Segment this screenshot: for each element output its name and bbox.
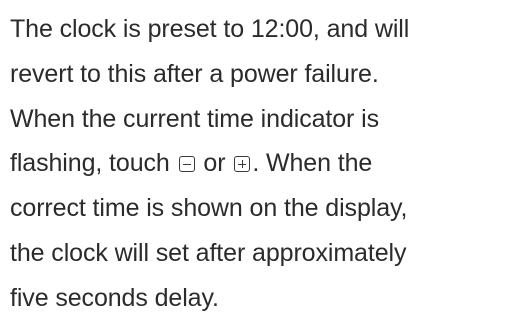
text-line-4: flashing, touch or . When the: [10, 141, 510, 186]
text-line-4-or: or: [196, 149, 233, 178]
text-line-3: When the current time indicator is: [10, 104, 379, 133]
text-line-6: the clock will set after approximately: [10, 238, 407, 267]
minus-key-icon: [178, 156, 195, 173]
text-line-2: revert to this after a power failure.: [10, 59, 379, 88]
text-line-7: five seconds delay.: [10, 283, 219, 312]
text-line-4-end: . When the: [252, 149, 373, 178]
text-line-1: The clock is preset to 12:00, and will: [10, 15, 410, 43]
text-line-5: correct time is shown on the display,: [10, 194, 408, 223]
text-line-4-start: flashing, touch: [10, 149, 177, 178]
instruction-paragraph: The clock is preset to 12:00, and will r…: [10, 7, 510, 321]
plus-key-icon: [234, 156, 251, 173]
